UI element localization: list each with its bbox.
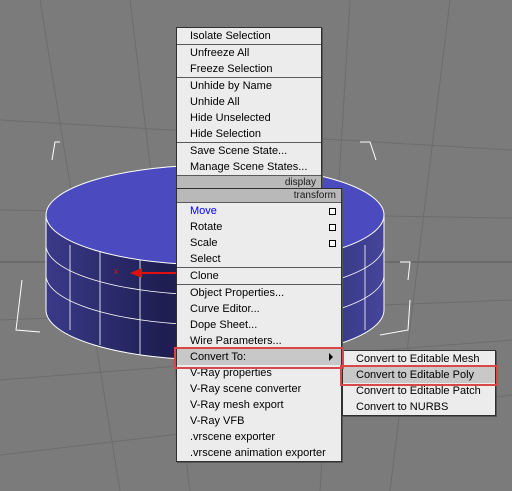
menu-item-vray-vfb[interactable]: V-Ray VFB <box>177 413 341 429</box>
menu-item-hide-selection[interactable]: Hide Selection <box>177 126 321 142</box>
menu-item-convert-editable-poly[interactable]: Convert to Editable Poly <box>343 367 495 383</box>
quad-header-display: display <box>177 175 321 189</box>
submenu-arrow-icon <box>329 353 333 361</box>
convert-to-submenu: Convert to Editable Mesh Convert to Edit… <box>342 350 496 416</box>
menu-item-vray-mesh-export[interactable]: V-Ray mesh export <box>177 397 341 413</box>
settings-box-icon[interactable] <box>329 240 336 247</box>
menu-item-move-label: Move <box>190 205 217 217</box>
menu-item-isolate-selection[interactable]: Isolate Selection <box>177 28 321 44</box>
menu-item-hide-unselected[interactable]: Hide Unselected <box>177 110 321 126</box>
menu-item-vray-properties[interactable]: V-Ray properties <box>177 365 341 381</box>
menu-item-unhide-by-name[interactable]: Unhide by Name <box>177 78 321 94</box>
menu-item-vrscene-animation-exporter[interactable]: .vrscene animation exporter <box>177 445 341 461</box>
menu-item-save-scene-state[interactable]: Save Scene State... <box>177 143 321 159</box>
menu-item-clone[interactable]: Clone <box>177 268 341 284</box>
settings-box-icon[interactable] <box>329 208 336 215</box>
settings-box-icon[interactable] <box>329 224 336 231</box>
menu-item-dope-sheet[interactable]: Dope Sheet... <box>177 317 341 333</box>
menu-item-curve-editor[interactable]: Curve Editor... <box>177 301 341 317</box>
menu-item-move[interactable]: Move <box>177 203 341 219</box>
quad-menu-display: Isolate Selection Unfreeze All Freeze Se… <box>176 27 322 190</box>
menu-item-manage-scene-states[interactable]: Manage Scene States... <box>177 159 321 175</box>
menu-item-rotate[interactable]: Rotate <box>177 219 341 235</box>
menu-item-unhide-all[interactable]: Unhide All <box>177 94 321 110</box>
menu-item-convert-to-label: Convert To: <box>190 351 247 363</box>
menu-item-convert-editable-mesh[interactable]: Convert to Editable Mesh <box>343 351 495 367</box>
menu-item-scale-label: Scale <box>190 237 218 249</box>
menu-item-convert-editable-patch[interactable]: Convert to Editable Patch <box>343 383 495 399</box>
menu-item-convert-to[interactable]: Convert To: <box>177 349 341 365</box>
menu-item-select[interactable]: Select <box>177 251 341 267</box>
quad-header-transform: transform <box>177 189 341 202</box>
menu-item-vrscene-exporter[interactable]: .vrscene exporter <box>177 429 341 445</box>
x-axis-label: x <box>114 266 119 276</box>
menu-item-vray-scene-converter[interactable]: V-Ray scene converter <box>177 381 341 397</box>
menu-item-wire-parameters[interactable]: Wire Parameters... <box>177 333 341 349</box>
menu-item-object-properties[interactable]: Object Properties... <box>177 285 341 301</box>
quad-menu-transform: transform Move Rotate Scale Select Clone… <box>176 188 342 462</box>
menu-item-convert-nurbs[interactable]: Convert to NURBS <box>343 399 495 415</box>
menu-item-freeze-selection[interactable]: Freeze Selection <box>177 61 321 77</box>
menu-item-rotate-label: Rotate <box>190 221 223 233</box>
menu-item-unfreeze-all[interactable]: Unfreeze All <box>177 45 321 61</box>
menu-item-scale[interactable]: Scale <box>177 235 341 251</box>
